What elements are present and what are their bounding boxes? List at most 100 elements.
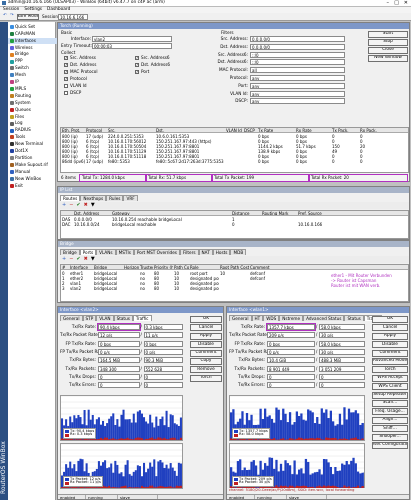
sidebar-item-files[interactable]: Files [8, 114, 62, 120]
tab-rules[interactable]: Rules [106, 195, 124, 201]
sidebar-item-queues[interactable]: Queues [8, 107, 62, 113]
align--button[interactable]: Align... [372, 416, 408, 424]
add-icon[interactable]: + [62, 257, 66, 262]
snooper--button[interactable]: Snooper... [372, 433, 408, 441]
table-row[interactable]: 86dd (ipv6) 17 (udp) fe80::5353 fe80::5c67:… [61, 159, 408, 164]
checkbox[interactable]: ✓ [64, 77, 68, 81]
enable-icon[interactable]: ✔ [76, 257, 80, 262]
scan--button[interactable]: Scan... [372, 400, 408, 407]
remove-icon[interactable]: − [69, 203, 73, 208]
column-header[interactable]: Rx Rate [295, 128, 331, 132]
column-header[interactable]: Protocol [85, 128, 107, 132]
sniff--button[interactable]: Sniff... [372, 425, 408, 433]
column-header[interactable]: # [61, 265, 69, 269]
filter-field[interactable]: any [250, 82, 345, 89]
entry-timeout-field[interactable]: 00:00:03 [92, 43, 172, 49]
setup-repeater-button[interactable]: Setup Repeater [372, 391, 408, 399]
ok-button[interactable]: OK [190, 316, 222, 323]
column-header[interactable]: Tx Pack. [331, 128, 359, 132]
sidebar-item-make-supout-rif[interactable]: Make Supout.rif [8, 162, 62, 168]
column-header[interactable]: Routing Mark [261, 211, 297, 215]
tab-ht[interactable]: HT [251, 315, 264, 321]
column-header[interactable]: Gateway [111, 211, 231, 215]
comment-button[interactable]: Comment [190, 349, 222, 357]
maximize-button[interactable]: □ [394, 1, 399, 6]
tab-hosts[interactable]: Hosts [212, 249, 231, 255]
cancel-button[interactable]: Cancel [190, 324, 222, 332]
undo-icon[interactable]: ↶ [3, 13, 7, 18]
checkbox[interactable] [64, 91, 68, 95]
column-header[interactable]: DSCP [243, 128, 257, 132]
checkbox[interactable]: ✓ [64, 56, 68, 60]
disable-button[interactable]: Disable [190, 341, 222, 349]
tab-general[interactable]: General [60, 315, 83, 321]
sidebar-item-routing[interactable]: Routing [8, 93, 62, 99]
column-header[interactable]: Eth. Prot. [61, 128, 85, 132]
sidebar-item-manual[interactable]: Manual [8, 169, 62, 175]
tab-mdb[interactable]: MDB [230, 249, 247, 255]
wps-client-button[interactable]: WPS Client [372, 383, 408, 391]
disable-icon[interactable]: ✖ [84, 203, 88, 208]
remove-button[interactable]: Remove [190, 366, 222, 374]
tab-traffic[interactable]: Traffic [132, 315, 152, 321]
remove-icon[interactable]: − [69, 257, 73, 262]
advanced-mode-button[interactable]: Advanced Mode [372, 358, 408, 365]
column-header[interactable]: Trusted [139, 265, 153, 269]
disable-icon[interactable]: ✖ [84, 257, 88, 262]
sidebar-item-system[interactable]: System [8, 100, 62, 106]
checkbox[interactable]: ✓ [135, 70, 139, 74]
reset-configuration-button[interactable]: Reset Configuration [372, 442, 408, 449]
tab-general[interactable]: General [229, 315, 252, 321]
column-header[interactable]: Tx Rate [257, 128, 295, 132]
column-header[interactable]: Role [189, 265, 219, 269]
sidebar-item-interfaces[interactable]: Interfaces [8, 37, 62, 44]
torch-button[interactable]: Torch [190, 374, 222, 382]
disable-button[interactable]: Disable [372, 341, 408, 349]
start-button[interactable]: Start [368, 31, 408, 38]
sidebar-item-new-terminal[interactable]: New Terminal [8, 141, 62, 147]
interface-select[interactable]: vlan2 [92, 36, 172, 42]
tab-nstreme[interactable]: Nstreme [279, 315, 304, 321]
column-header[interactable]: Comment [249, 265, 273, 269]
filter-field[interactable]: 0.0.0.0/0 [250, 43, 345, 50]
collect-check-row[interactable]: ✓ Port [135, 69, 195, 76]
sidebar-item-tools[interactable]: Tools [8, 134, 62, 140]
apply-button[interactable]: Apply [372, 332, 408, 340]
close-button[interactable]: ✕ [404, 1, 408, 6]
tab-vlans[interactable]: VLANs [96, 249, 116, 255]
sidebar-item-switch[interactable]: Switch [8, 65, 62, 71]
filter-icon[interactable]: ▼ [91, 257, 95, 262]
column-header[interactable]: Src. [107, 128, 155, 132]
column-header[interactable]: Pref. Source [297, 211, 357, 215]
tab-port-mst-overrides[interactable]: Port MST Overrides [133, 249, 180, 255]
apply-button[interactable]: Apply [190, 332, 222, 340]
table-row[interactable]: DAC 10.16.0.0/24 bridgeLocal reachable 0 10.… [61, 222, 408, 227]
column-header[interactable]: Distance [231, 211, 261, 215]
column-header[interactable]: Dst. [155, 128, 225, 132]
filter-field[interactable]: any [250, 75, 345, 81]
stop-button[interactable]: Stop [368, 39, 408, 46]
column-header[interactable]: VLAN Id [225, 128, 243, 132]
column-header[interactable]: Path Cost [173, 265, 189, 269]
session-field[interactable]: 10.16.6.166 [58, 14, 88, 20]
freq-usage--button[interactable]: Freq. Usage... [372, 408, 408, 416]
sidebar-item-quick-set[interactable]: Quick Set [8, 24, 62, 30]
tab-nat[interactable]: NAT [198, 249, 213, 255]
menu-dashboard[interactable]: Dashboard [47, 7, 70, 12]
collect-check-row[interactable]: DSCP [64, 90, 124, 97]
tab-vlan[interactable]: VLAN [96, 315, 114, 321]
add-icon[interactable]: + [62, 203, 66, 208]
filter-field[interactable]: ::/0 [250, 51, 345, 58]
checkbox[interactable] [64, 84, 68, 88]
sidebar-item-mesh[interactable]: Mesh [8, 72, 62, 78]
filter-icon[interactable]: ▼ [91, 203, 95, 208]
tab-routes[interactable]: Routes [60, 195, 81, 201]
sidebar-item-wireless[interactable]: Wireless [8, 45, 62, 51]
sidebar-item-new-winbox[interactable]: New WinBox [8, 176, 62, 182]
sidebar-item-radius[interactable]: RADIUS [8, 128, 62, 134]
column-header[interactable]: Dst. Address [73, 211, 111, 215]
filter-field[interactable]: 0.0.0.0/0 [250, 36, 345, 42]
checkbox[interactable]: ✓ [135, 63, 139, 67]
checkbox[interactable]: ✓ [64, 63, 68, 67]
sidebar-item-log[interactable]: Log [8, 121, 62, 127]
